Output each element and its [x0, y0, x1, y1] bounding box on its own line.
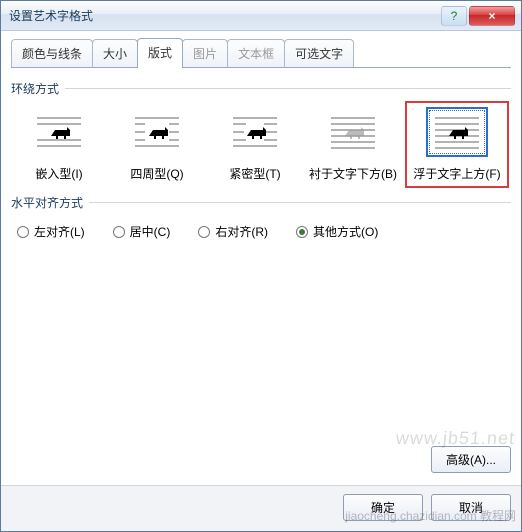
wrap-square-icon: [126, 107, 188, 157]
tab-strip: 颜色与线条 大小 版式 图片 文本框 可选文字: [11, 37, 511, 67]
ok-button[interactable]: 确定: [343, 494, 423, 521]
help-icon: ?: [451, 9, 458, 23]
wrap-options: 嵌入型(I) 四周型(Q) 紧密型(T): [11, 99, 511, 188]
wrap-inline-icon: [28, 107, 90, 157]
window-buttons: ? ×: [441, 6, 515, 26]
group-wrap-title: 环绕方式: [11, 80, 511, 97]
align-center[interactable]: 居中(C): [113, 223, 171, 240]
dialog-window: 设置艺术字格式 ? × 颜色与线条 大小 版式 图片 文本框 可选文字 环绕方式: [0, 0, 522, 532]
tab-colors-lines[interactable]: 颜色与线条: [11, 39, 93, 68]
align-right[interactable]: 右对齐(R): [198, 223, 268, 240]
wrap-infront-icon: [426, 107, 488, 157]
tab-layout[interactable]: 版式: [137, 38, 183, 68]
wrap-square[interactable]: 四周型(Q): [111, 107, 203, 182]
align-left[interactable]: 左对齐(L): [17, 223, 85, 240]
titlebar: 设置艺术字格式 ? ×: [1, 1, 521, 31]
radio-icon: [198, 226, 210, 238]
align-other-label: 其他方式(O): [313, 223, 378, 240]
wrap-tight-label: 紧密型(T): [229, 165, 280, 182]
align-right-label: 右对齐(R): [215, 223, 268, 240]
tab-textbox: 文本框: [227, 39, 285, 68]
wrap-square-label: 四周型(Q): [130, 165, 183, 182]
close-icon: ×: [488, 9, 495, 23]
radio-icon: [296, 226, 308, 238]
radio-icon: [113, 226, 125, 238]
wrap-tight[interactable]: 紧密型(T): [209, 107, 301, 182]
radio-icon: [17, 226, 29, 238]
tab-size[interactable]: 大小: [92, 39, 138, 68]
help-button[interactable]: ?: [441, 6, 467, 26]
group-align-title: 水平对齐方式: [11, 194, 511, 211]
close-button[interactable]: ×: [469, 6, 515, 26]
advanced-button[interactable]: 高级(A)...: [431, 446, 511, 473]
wrap-inline[interactable]: 嵌入型(I): [13, 107, 105, 182]
tab-underline: [11, 67, 511, 68]
wrap-behind-label: 衬于文字下方(B): [309, 165, 397, 182]
dialog-content: 颜色与线条 大小 版式 图片 文本框 可选文字 环绕方式 嵌入型(I): [1, 31, 521, 485]
align-left-label: 左对齐(L): [34, 223, 85, 240]
wrap-infront-label: 浮于文字上方(F): [413, 165, 500, 182]
wrap-behind[interactable]: 衬于文字下方(B): [307, 107, 399, 182]
dialog-footer: 确定 取消 jiaocheng.chazidian.com 教程网: [1, 485, 521, 531]
wrap-behind-icon: [322, 107, 384, 157]
wrap-tight-icon: [224, 107, 286, 157]
window-title: 设置艺术字格式: [7, 7, 441, 24]
advanced-row: 高级(A)...: [11, 442, 511, 477]
wrap-infront[interactable]: 浮于文字上方(F): [405, 101, 509, 188]
layout-panel: 环绕方式 嵌入型(I) 四周型(Q): [11, 68, 511, 442]
tab-picture: 图片: [182, 39, 228, 68]
align-center-label: 居中(C): [130, 223, 171, 240]
cancel-button[interactable]: 取消: [431, 494, 511, 521]
wrap-inline-label: 嵌入型(I): [35, 165, 82, 182]
align-options: 左对齐(L) 居中(C) 右对齐(R) 其他方式(O): [11, 213, 511, 250]
align-other[interactable]: 其他方式(O): [296, 223, 378, 240]
tab-alttext[interactable]: 可选文字: [284, 39, 354, 68]
